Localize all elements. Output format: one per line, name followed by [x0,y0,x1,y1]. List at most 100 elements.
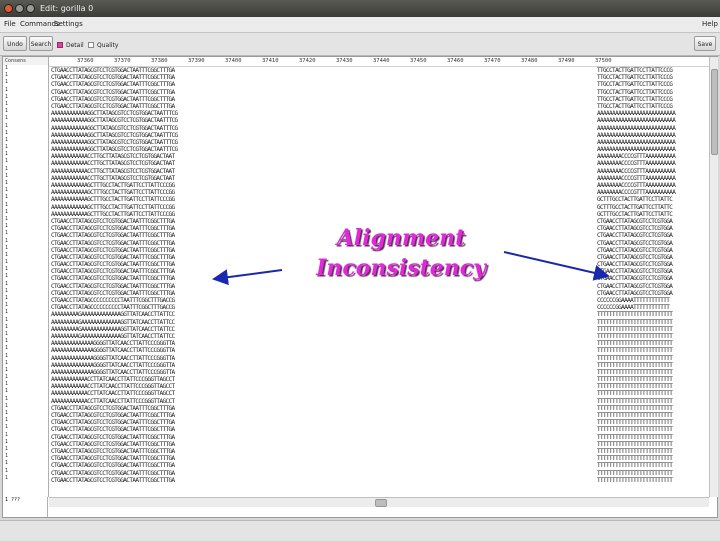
alignment-row[interactable]: AAAAAAAAAAAAGGCTTATAGCGTCCTCGTGGACTAATTT… [49,125,709,132]
read-name[interactable]: 1 [3,288,48,295]
read-name[interactable]: 1 [3,396,48,403]
read-name[interactable]: 1 [3,180,48,187]
alignment-row[interactable]: CTGAACCTTATAGCGTCCTCGTGGACTAATTTCGGCTTTG… [49,462,709,469]
save-button[interactable]: Save [694,36,716,51]
read-name[interactable]: 1 [3,338,48,345]
alignment-row[interactable]: CTGAACCTTATAGCGTCCTCGTGGACTAATTTCGGCTTTG… [49,81,709,88]
read-name[interactable]: 1 [3,453,48,460]
read-name[interactable]: 1 [3,123,48,130]
vertical-scroll-thumb[interactable] [711,69,718,155]
quality-toggle[interactable]: Quality [88,40,118,50]
alignment-row[interactable]: AAAAAAAAAAAAGGCTTATAGCGTCCTCGTGGACTAATTT… [49,139,709,146]
read-name[interactable]: 1 [3,94,48,101]
read-name[interactable]: 1 [3,166,48,173]
alignment-row[interactable]: CTGAACCTTATAGCGTCCTCGTGGACTAATTTCGGCTTTG… [49,426,709,433]
vertical-scrollbar[interactable] [709,57,718,497]
alignment-row[interactable]: AAAAAAAAAAAACCTTGCTTATAGCGTCCTCGTGGACTAA… [49,160,709,167]
read-name[interactable]: 1 [3,446,48,453]
read-name[interactable]: 1 [3,252,48,259]
read-name[interactable]: 1 [3,331,48,338]
read-name[interactable]: 1 [3,309,48,316]
read-name[interactable]: 1 [3,137,48,144]
alignment-row[interactable]: AAAAAAAAAAAAAAGGGGTTATCAACCTTATTCCCGGGTT… [49,347,709,354]
alignment-row[interactable]: AAAAAAAAAAAAAAGGGGTTATCAACCTTATTCCCGGGTT… [49,362,709,369]
alignment-row[interactable]: CTGAACCTTATAGCGTCCTCGTGGACTAATTTCGGCTTTG… [49,419,709,426]
read-name[interactable]: 1 [3,266,48,273]
read-name[interactable]: 1 [3,87,48,94]
window-minimize-button[interactable] [15,4,24,13]
alignment-row[interactable]: CTGAACCTTATAGCGTCCTCGTGGACTAATTTCGGCTTTG… [49,96,709,103]
alignment-row[interactable]: CTGAACCTTATAGCGTCCTCGTGGACTAATTTCGGCTTTG… [49,412,709,419]
search-button[interactable]: Search [29,36,53,51]
undo-button[interactable]: Undo [3,36,27,51]
detail-toggle[interactable]: Detail [57,40,84,50]
read-name[interactable]: 1 [3,424,48,431]
read-name[interactable]: 1 [3,468,48,475]
read-name[interactable]: 1 [3,381,48,388]
read-name[interactable]: 1 [3,216,48,223]
read-name[interactable]: 1 [3,108,48,115]
alignment-row[interactable]: CTGAACCTTATAGCGTCCTCGTGGACTAATTTCGGCTTTG… [49,405,709,412]
read-name[interactable]: 1 [3,187,48,194]
read-name[interactable]: 1 [3,259,48,266]
read-name[interactable]: 1 [3,403,48,410]
read-name[interactable]: 1 [3,374,48,381]
alignment-row[interactable]: CTGAACCTTATAGCGTCCTCGTGGACTAATTTCGGCTTTG… [49,74,709,81]
alignment-row[interactable]: AAAAAAAAAAAACCTTATCAACCTTATTCCCGGGTTAGCC… [49,376,709,383]
read-name[interactable]: 1 [3,79,48,86]
alignment-row[interactable]: AAAAAAAAAAAAGGCTTATAGCGTCCTCGTGGACTAATTT… [49,117,709,124]
read-name[interactable]: 1 [3,230,48,237]
read-name[interactable]: 1 [3,367,48,374]
read-name[interactable]: 1 [3,202,48,209]
window-maximize-button[interactable] [26,4,35,13]
read-name[interactable]: 1 [3,439,48,446]
menu-file[interactable]: File [4,17,16,32]
menu-settings[interactable]: Settings [54,17,83,32]
alignment-row[interactable]: AAAAAAAAAGAAAAAAAAAAAAAGGTTATCAACCTTATTC… [49,333,709,340]
alignment-row[interactable]: CTGAACCTTATAGCGTCCTCGTGGACTAATTTCGGCTTTG… [49,89,709,96]
alignment-row[interactable]: CTGAACCTTATAGCGTCCTCGTGGACTAATTTCGGCTTTG… [49,455,709,462]
alignment-row[interactable]: AAAAAAAAAAAAGGCTTATAGCGTCCTCGTGGACTAATTT… [49,110,709,117]
read-name[interactable]: 1 [3,410,48,417]
read-name[interactable]: 1 [3,115,48,122]
detail-checkbox[interactable] [57,42,63,48]
alignment-row[interactable]: AAAAAAAAAAAAGGCTTATAGCGTCCTCGTGGACTAATTT… [49,146,709,153]
read-name[interactable]: 1 [3,158,48,165]
read-name[interactable]: 1 [3,101,48,108]
read-name[interactable]: 1 [3,317,48,324]
read-name[interactable]: 1 [3,144,48,151]
read-name[interactable]: 1 [3,151,48,158]
read-name[interactable]: 1 [3,302,48,309]
read-name[interactable]: 1 [3,209,48,216]
alignment-row[interactable]: CTGAACCTTATAGCGTCCTCGTGGACTAATTTCGGCTTTG… [49,477,709,484]
alignment-row[interactable]: CTGAACCTTATAGCGTCCTCGTGGACTAATTTCGGCTTTG… [49,103,709,110]
read-name[interactable]: 1 [3,295,48,302]
alignment-row[interactable]: CTGAACCTTATAGCGTCCTCGTGGACTAATTTCGGCTTTG… [49,67,709,74]
window-close-button[interactable] [4,4,13,13]
read-name[interactable]: 1 [3,281,48,288]
read-name[interactable]: 1 [3,417,48,424]
alignment-row[interactable]: AAAAAAAAAAAACCTTATCAACCTTATTCCCGGGTTAGCC… [49,398,709,405]
read-name[interactable]: 1 [3,460,48,467]
read-name[interactable]: 1 [3,432,48,439]
read-name[interactable]: 1 [3,238,48,245]
alignment-row[interactable]: CTGAACCTTATAGCGTCCTCGTGGACTAATTTCGGCTTTG… [49,434,709,441]
quality-checkbox[interactable] [88,42,94,48]
read-name[interactable]: 1 [3,245,48,252]
alignment-row[interactable]: AAAAAAAAAAAAAAGGGGTTATCAACCTTATTCCCGGGTT… [49,355,709,362]
read-name[interactable]: 1 [3,130,48,137]
horizontal-scroll-thumb[interactable] [375,499,387,507]
read-name[interactable]: 1 [3,273,48,280]
read-name[interactable]: 1 [3,65,48,72]
read-name[interactable]: 1 [3,388,48,395]
read-name[interactable]: 1 [3,173,48,180]
read-name[interactable]: 1 [3,475,48,482]
alignment-row[interactable]: AAAAAAAAAAAACCTTGCTTATAGCGTCCTCGTGGACTAA… [49,153,709,160]
alignment-row[interactable]: AAAAAAAAAAAAAAGGGGTTATCAACCTTATTCCCGGGTT… [49,369,709,376]
horizontal-scrollbar[interactable] [49,497,709,507]
alignment-row[interactable]: AAAAAAAAAAAACCTTATCAACCTTATTCCCGGGTTAGCC… [49,383,709,390]
read-name[interactable]: 1 [3,72,48,79]
alignment-row[interactable]: CTGAACCTTATAGCGTCCTCGTGGACTAATTTCGGCTTTG… [49,441,709,448]
read-name[interactable]: 1 [3,324,48,331]
read-name[interactable]: 1 [3,360,48,367]
